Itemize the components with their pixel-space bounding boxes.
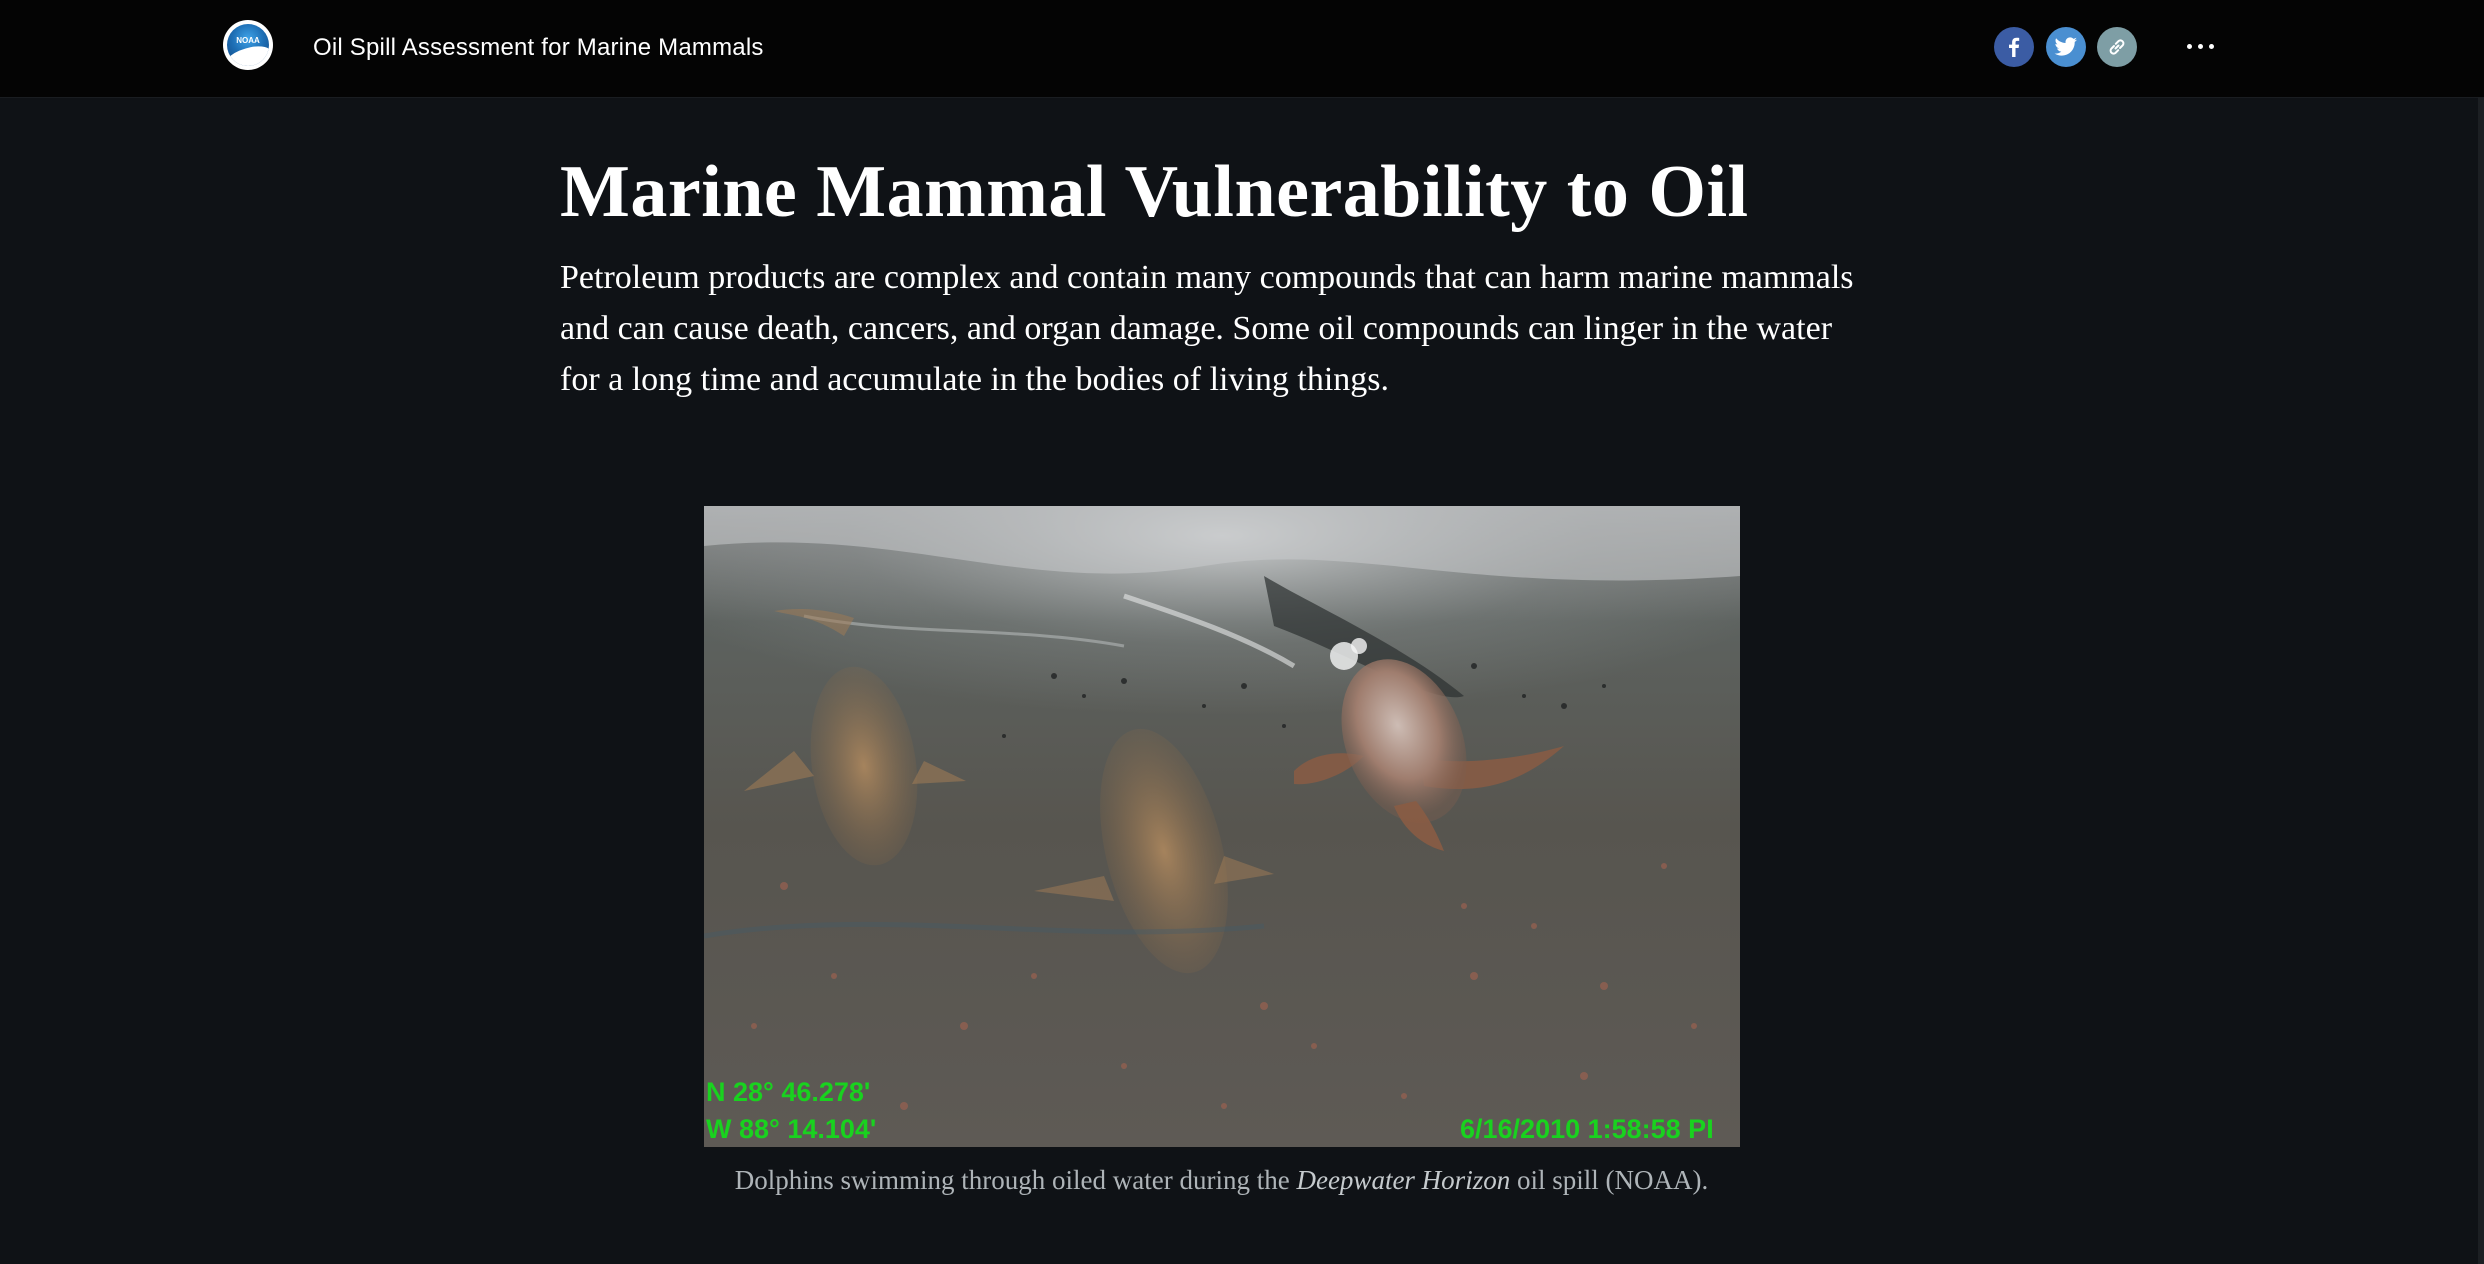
dolphins-oiled-water-photo: N 28° 46.278' W 88° 14.104' 6/16/2010 1:…: [704, 506, 1740, 1147]
timestamp-overlay: 6/16/2010 1:58:58 PI: [1460, 1114, 1714, 1144]
twitter-share-button[interactable]: [2046, 27, 2086, 67]
facebook-icon: [2009, 37, 2020, 57]
caption-italic-text: Deepwater Horizon: [1296, 1165, 1511, 1195]
page-title: Marine Mammal Vulnerability to Oil: [560, 151, 1749, 233]
logo-text: NOAA: [236, 36, 260, 45]
copy-link-button[interactable]: [2097, 27, 2137, 67]
caption-text-end: oil spill (NOAA).: [1510, 1165, 1709, 1195]
link-icon: [2109, 39, 2125, 55]
twitter-icon: [2054, 37, 2077, 56]
facebook-share-button[interactable]: [1994, 27, 2034, 67]
caption-text-start: Dolphins swimming through oiled water du…: [734, 1165, 1297, 1195]
more-options-icon: [2186, 43, 2192, 49]
noaa-logo-icon[interactable]: NOAA: [223, 20, 273, 70]
top-bar: NOAA Oil Spill Assessment for Marine Mam…: [0, 0, 2484, 98]
app-title[interactable]: Oil Spill Assessment for Marine Mammals: [313, 30, 764, 66]
longitude-overlay: W 88° 14.104': [706, 1114, 876, 1144]
intro-paragraph: Petroleum products are complex and conta…: [560, 259, 1854, 398]
latitude-overlay: N 28° 46.278': [706, 1077, 870, 1107]
page-scrollbar[interactable]: [2478, 97, 2484, 1264]
photo-caption: Dolphins swimming through oiled water du…: [560, 1160, 1883, 1200]
more-options-button[interactable]: [2180, 26, 2220, 66]
